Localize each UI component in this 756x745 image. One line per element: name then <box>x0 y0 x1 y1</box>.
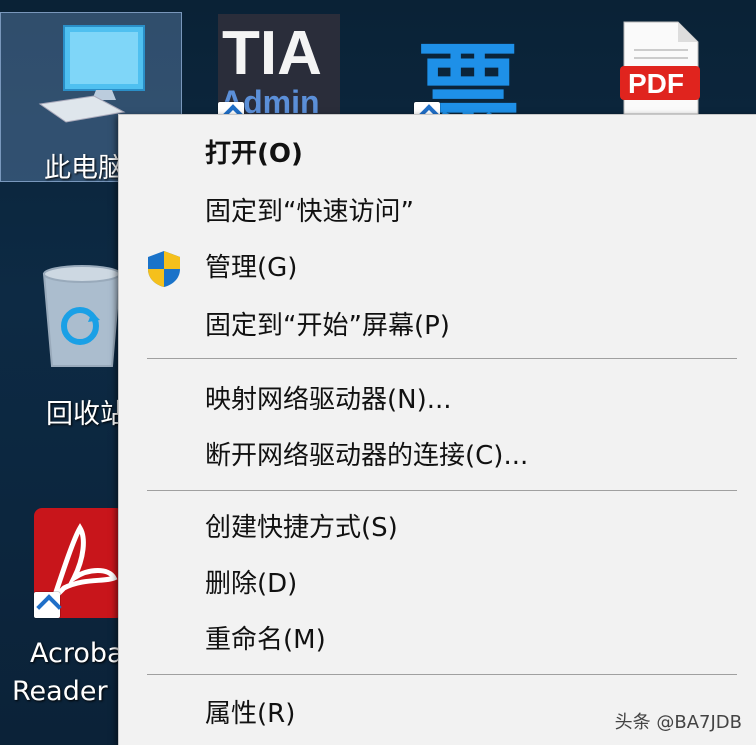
menu-item-pin-start[interactable]: 固定到“开始”屏幕(P) <box>205 313 450 339</box>
shortcut-arrow-icon <box>34 592 60 618</box>
recycle-bin-graphic-icon <box>42 265 122 367</box>
menu-item-map-network-drive[interactable]: 映射网络驱动器(N)... <box>205 387 452 413</box>
acrobat-reader-icon[interactable] <box>34 508 124 618</box>
menu-item-pin-quick-access[interactable]: 固定到“快速访问” <box>205 199 414 225</box>
recycle-bin-label: 回收站 <box>46 399 127 430</box>
menu-separator <box>147 490 737 491</box>
menu-item-create-shortcut[interactable]: 创建快捷方式(S) <box>205 515 398 541</box>
recycle-bin-icon[interactable] <box>40 262 124 372</box>
context-menu: 打开(O) 固定到“快速访问” 管理(G) 固定到“开始”屏幕(P) 映射网络驱… <box>118 114 756 745</box>
menu-item-properties[interactable]: 属性(R) <box>205 701 295 727</box>
menu-item-open[interactable]: 打开(O) <box>205 141 303 167</box>
menu-separator <box>147 358 737 359</box>
menu-item-disconnect-network-drive[interactable]: 断开网络驱动器的连接(C)... <box>205 443 528 469</box>
menu-item-delete[interactable]: 删除(D) <box>205 571 297 597</box>
acrobat-label-line2: Reader <box>12 676 108 707</box>
menu-item-manage[interactable]: 管理(G) <box>205 255 297 281</box>
menu-item-rename[interactable]: 重命名(M) <box>205 627 326 653</box>
tia-admin-icon[interactable]: TIA Admin <box>218 14 340 128</box>
pdf-file-icon[interactable]: PDF <box>620 20 700 116</box>
this-pc-icon[interactable] <box>36 24 146 124</box>
pdf-badge-text: PDF <box>628 68 684 99</box>
watermark: 头条 @BA7JDB <box>614 712 742 733</box>
ticket-app-icon[interactable]: 票 <box>412 14 532 154</box>
computer-icon <box>38 25 145 123</box>
this-pc-label: 此电脑 <box>44 153 125 184</box>
uac-shield-icon <box>148 251 180 287</box>
menu-separator <box>147 674 737 675</box>
tia-tile-text: TIA <box>222 19 322 88</box>
